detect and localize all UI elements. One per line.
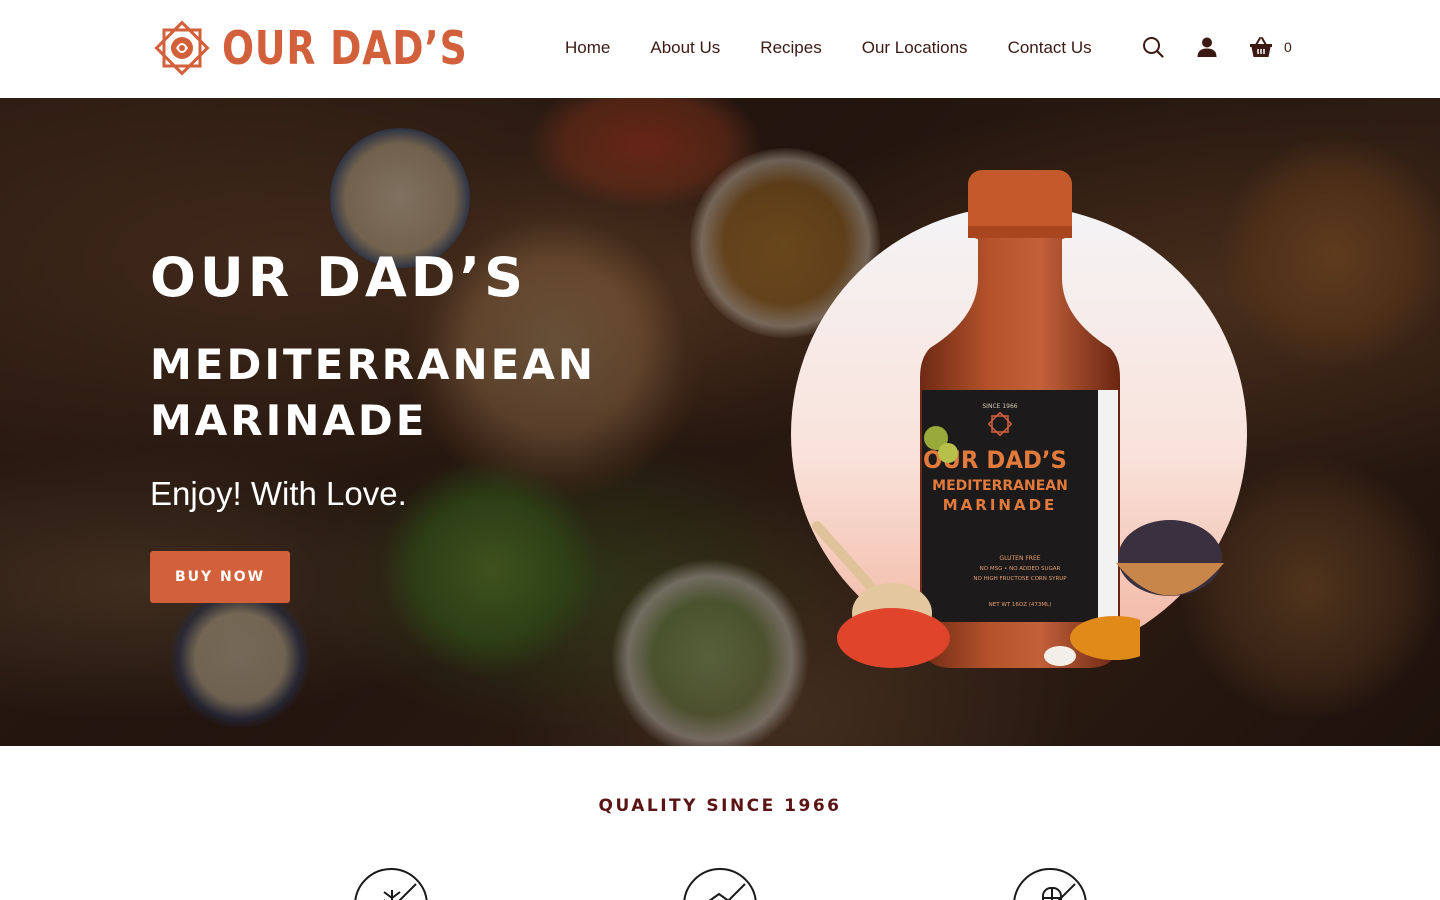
seed-bowl-image (1116, 520, 1224, 596)
bottle-since: SINCE 1966 (982, 403, 1017, 410)
bottle-claim: NO HIGH FRUCTOSE CORN SYRUP (973, 576, 1067, 582)
logo-mark-icon (154, 20, 210, 76)
nav-home[interactable]: Home (565, 38, 610, 58)
site-header: OUR DAD’S Home About Us Recipes Our Loca… (0, 0, 1440, 98)
hero-tagline: Enjoy! With Love. (150, 475, 407, 513)
hero-subtitle: MEDITERRANEAN MARINADE (150, 340, 596, 446)
nav-contact-us[interactable]: Contact Us (1008, 38, 1092, 58)
no-gluten-icon (354, 868, 428, 900)
nav-recipes[interactable]: Recipes (760, 38, 821, 58)
header-actions: 0 (1140, 34, 1292, 60)
no-corn-syrup-icon (1013, 868, 1087, 900)
main-nav: Home About Us Recipes Our Locations Cont… (565, 38, 1092, 58)
user-icon[interactable] (1194, 34, 1220, 60)
cart-count: 0 (1284, 39, 1292, 55)
nav-about-us[interactable]: About Us (650, 38, 720, 58)
bottle-name-line2: MARINADE (943, 496, 1058, 514)
brand-logo[interactable]: OUR DAD’S (150, 16, 521, 80)
search-icon[interactable] (1140, 34, 1166, 60)
spice-scoop-image (812, 521, 947, 668)
buy-now-button[interactable]: BUY NOW (150, 551, 290, 604)
nav-our-locations[interactable]: Our Locations (862, 38, 968, 58)
bottle-claim: NO MSG • NO ADDED SUGAR (980, 566, 1061, 572)
basket-icon[interactable] (1248, 34, 1274, 60)
no-sugar-icon (683, 868, 757, 900)
hero-title: OUR DAD’S (150, 246, 527, 309)
bottle-claim: GLUTEN FREE (999, 555, 1040, 562)
quality-title: QUALITY SINCE 1966 (598, 796, 842, 816)
brand-name: OUR DAD’S (222, 21, 468, 75)
hero-banner: OUR DAD’S MEDITERRANEAN MARINADE Enjoy! … (0, 98, 1440, 746)
bottle-name-line1: MEDITERRANEAN (932, 478, 1068, 494)
hero-copy: OUR DAD’S MEDITERRANEAN MARINADE Enjoy! … (150, 246, 670, 604)
bottle-net-weight: NET WT 16OZ (473ML) (989, 602, 1052, 608)
quality-section: QUALITY SINCE 1966 (0, 746, 1440, 900)
